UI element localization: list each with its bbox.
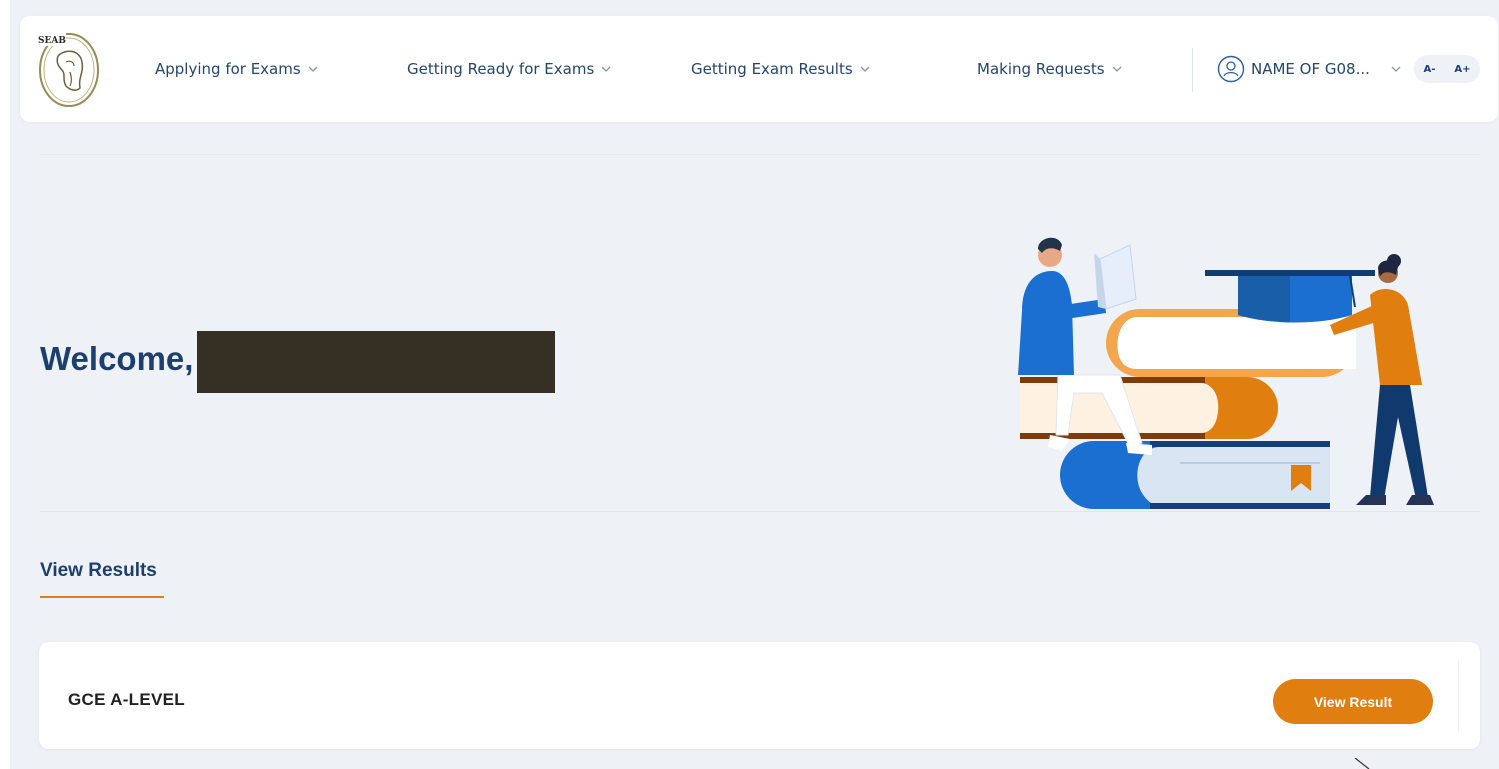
- top-navigation-bar: SEAB Applying for Exams Getting Ready fo…: [20, 16, 1498, 122]
- active-tab-indicator: [40, 596, 164, 598]
- chevron-down-icon: [860, 66, 870, 72]
- students-with-books-illustration: [1018, 237, 1434, 509]
- chevron-down-icon: [1391, 66, 1401, 72]
- nav-label: Applying for Exams: [155, 60, 301, 78]
- seab-logo[interactable]: SEAB: [36, 26, 102, 110]
- nav-label: Making Requests: [977, 60, 1105, 78]
- decrease-font-button[interactable]: A-: [1419, 62, 1439, 77]
- nav-making-requests[interactable]: Making Requests: [977, 16, 1123, 122]
- exam-title: GCE A-LEVEL: [68, 690, 185, 709]
- user-name-label: NAME OF G08...: [1251, 60, 1370, 78]
- nav-applying-for-exams[interactable]: Applying for Exams: [155, 16, 319, 122]
- mouse-pointer-icon: [1354, 758, 1370, 769]
- seab-lion-emblem-icon: SEAB: [36, 32, 99, 107]
- chevron-down-icon: [601, 66, 611, 72]
- nav-getting-exam-results[interactable]: Getting Exam Results: [691, 16, 871, 122]
- user-avatar-icon: [1217, 55, 1245, 83]
- svg-text:SEAB: SEAB: [38, 36, 66, 46]
- chevron-down-icon: [1112, 66, 1121, 72]
- increase-font-button[interactable]: A+: [1450, 62, 1474, 77]
- hero-top-divider: [40, 154, 1480, 155]
- card-divider: [1458, 660, 1459, 732]
- chevron-down-icon: [308, 66, 318, 72]
- welcome-heading: Welcome,: [40, 340, 194, 377]
- nav-label: Getting Exam Results: [691, 60, 853, 78]
- graduation-cap-icon: [1205, 270, 1375, 276]
- view-result-button[interactable]: View Result: [1273, 679, 1433, 724]
- nav-label: Getting Ready for Exams: [407, 60, 595, 78]
- page-edge: [0, 0, 10, 769]
- tab-view-results[interactable]: View Results: [40, 560, 157, 582]
- font-size-controls: A- A+: [1414, 55, 1480, 83]
- nav-getting-ready-for-exams[interactable]: Getting Ready for Exams: [407, 16, 612, 122]
- hero-divider: [40, 511, 1480, 512]
- user-account-menu[interactable]: NAME OF G08...: [1217, 16, 1402, 122]
- result-card: GCE A-LEVEL View Result: [39, 642, 1480, 749]
- redacted-user-name: [197, 331, 555, 393]
- nav-divider: [1192, 48, 1193, 92]
